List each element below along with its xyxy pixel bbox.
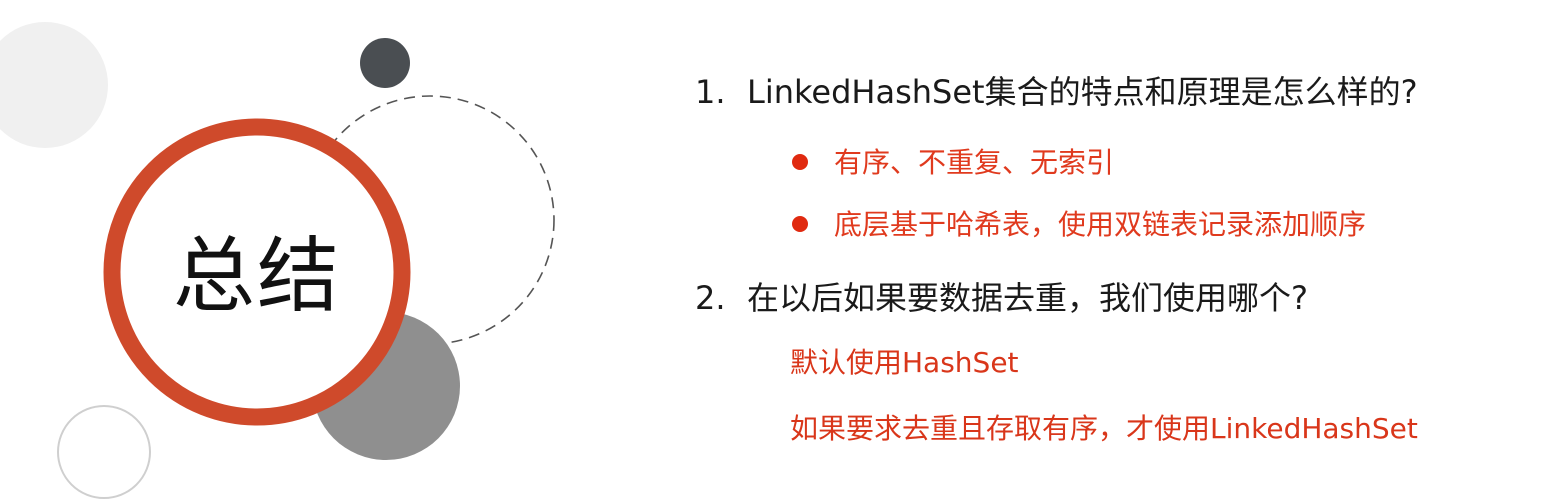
dark-small-circle [360, 38, 410, 88]
question-1-text: LinkedHashSet集合的特点和原理是怎么样的? [747, 73, 1418, 111]
question-1-bullet-2: 底层基于哈希表，使用双链表记录添加顺序 [792, 206, 1366, 244]
question-2-number: 2. [695, 279, 726, 317]
bullet-text: 有序、不重复、无索引 [834, 146, 1115, 179]
slide-title: 总结 [172, 229, 341, 324]
question-2-answer-1: 默认使用HashSet [790, 346, 1019, 379]
question-2-text: 在以后如果要数据去重，我们使用哪个? [747, 279, 1308, 317]
light-gray-circle [0, 22, 108, 148]
question-2: 2. 在以后如果要数据去重，我们使用哪个? [695, 278, 1308, 318]
bullet-dot-icon [792, 154, 808, 170]
thin-outline-circle [57, 405, 151, 499]
question-1: 1. LinkedHashSet集合的特点和原理是怎么样的? [695, 72, 1418, 112]
question-1-number: 1. [695, 73, 726, 111]
question-2-answer-2: 如果要求去重且存取有序，才使用LinkedHashSet [790, 412, 1418, 445]
bullet-text: 底层基于哈希表，使用双链表记录添加顺序 [834, 208, 1367, 241]
bullet-dot-icon [792, 216, 808, 232]
question-1-bullet-1: 有序、不重复、无索引 [792, 144, 1114, 182]
